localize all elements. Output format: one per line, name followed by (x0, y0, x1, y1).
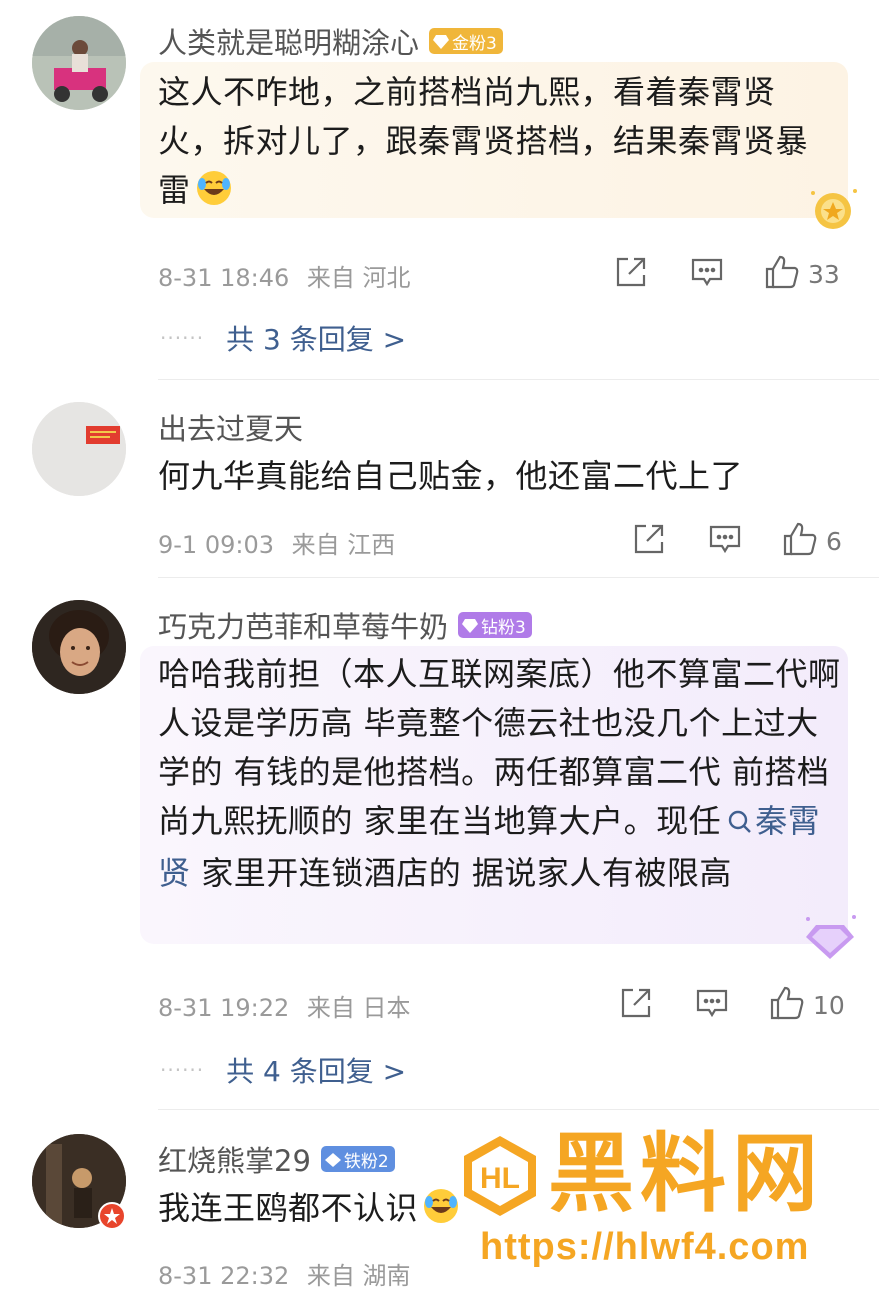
comment-actions: 6 (632, 521, 842, 561)
like-icon[interactable] (782, 521, 818, 561)
username[interactable]: 人类就是聪明糊涂心 金粉3 (158, 20, 503, 62)
dots-divider: ······ (160, 1058, 205, 1082)
comment-icon[interactable] (690, 255, 724, 293)
badge-label: 铁粉2 (343, 1151, 389, 1172)
comment-location: 来自 江西 (291, 531, 396, 559)
search-icon (727, 800, 753, 849)
comment-meta: 8-31 19:22 来自 日本 (158, 988, 411, 1023)
username[interactable]: 红烧熊掌29 铁粉2 (158, 1138, 395, 1180)
comment-time: 8-31 22:32 (158, 1262, 290, 1290)
replies-link[interactable]: ······ 共 4 条回复 > (160, 1050, 406, 1090)
username[interactable]: 出去过夏天 (158, 406, 303, 448)
comment-time: 8-31 18:46 (158, 264, 290, 292)
avatar[interactable] (32, 402, 126, 496)
comment-1: 人类就是聪明糊涂心 金粉3 这人不咋地，之前搭档尚九熙，看着秦霄贤火，拆对儿了，… (0, 0, 879, 380)
verified-badge-icon (98, 1202, 126, 1234)
comment-location: 来自 湖南 (306, 1262, 411, 1290)
username-text[interactable]: 人类就是聪明糊涂心 (158, 20, 419, 62)
comment-actions: 33 (614, 254, 840, 294)
comment-meta: 8-31 22:32 来自 湖南 (158, 1256, 411, 1291)
comment-icon[interactable] (708, 522, 742, 560)
laugh-cry-emoji-icon (422, 1187, 460, 1239)
fan-badge[interactable]: 金粉3 (429, 28, 503, 54)
comment-time: 8-31 19:22 (158, 994, 290, 1022)
dots-divider: ······ (160, 326, 205, 350)
share-icon[interactable] (619, 986, 653, 1024)
gold-gem-icon (433, 34, 450, 49)
like-count: 10 (813, 990, 845, 1020)
comment-text: 何九华真能给自己贴金，他还富二代上了 (158, 457, 744, 495)
like-icon[interactable] (764, 254, 800, 294)
username-text[interactable]: 出去过夏天 (158, 406, 303, 448)
diamond-gem-icon (462, 618, 479, 633)
comment-icon[interactable] (695, 986, 729, 1024)
comment-meta: 8-31 18:46 来自 河北 (158, 258, 411, 293)
replies-link[interactable]: ······ 共 3 条回复 > (160, 318, 406, 358)
badge-label: 金粉3 (452, 33, 497, 54)
like-icon[interactable] (769, 985, 805, 1025)
username-text[interactable]: 红烧熊掌29 (158, 1138, 311, 1180)
replies-label[interactable]: 共 4 条回复 > (226, 1050, 406, 1090)
avatar[interactable] (32, 600, 126, 694)
share-icon[interactable] (614, 255, 648, 293)
like-count: 33 (808, 259, 840, 289)
laugh-cry-emoji-icon (195, 169, 233, 221)
fan-badge[interactable]: 铁粉2 (320, 1146, 395, 1172)
badge-label: 钻粉3 (481, 617, 526, 638)
comment-2: 出去过夏天 何九华真能给自己贴金，他还富二代上了 9-1 09:03 来自 江西… (0, 380, 879, 578)
username[interactable]: 巧克力芭菲和草莓牛奶 钻粉3 (158, 604, 532, 646)
comment-actions: 10 (619, 985, 845, 1025)
comment-3: 巧克力芭菲和草莓牛奶 钻粉3 哈哈我前担（本人互联网案底）他不算富二代啊 人设是… (0, 578, 879, 1110)
share-icon[interactable] (632, 522, 666, 560)
comment-location: 来自 河北 (306, 264, 411, 292)
comment-text: 哈哈我前担（本人互联网案底）他不算富二代啊 人设是学历高 毕竟整个德云社也没几个… (158, 655, 841, 892)
gold-medal-icon (805, 185, 861, 239)
comment-location: 来自 日本 (306, 994, 411, 1022)
comment-text: 我连王鸥都不认识 (158, 1184, 848, 1239)
username-text[interactable]: 巧克力芭菲和草莓牛奶 (158, 604, 448, 646)
like-count: 6 (826, 526, 842, 556)
avatar[interactable] (32, 16, 126, 110)
replies-label[interactable]: 共 3 条回复 > (226, 318, 406, 358)
comment-4: 红烧熊掌29 铁粉2 我连王鸥都不认识 8-31 22:32 来自 湖南 (0, 1110, 879, 1290)
diamond-medal-icon (800, 913, 860, 967)
fan-badge[interactable]: 钻粉3 (458, 612, 532, 638)
iron-gem-icon (324, 1152, 341, 1167)
comment-meta: 9-1 09:03 来自 江西 (158, 525, 395, 560)
comment-time: 9-1 09:03 (158, 531, 274, 559)
comment-text: 这人不咋地，之前搭档尚九熙，看着秦霄贤火，拆对儿了，跟秦霄贤搭档，结果秦霄贤暴雷 (158, 68, 830, 221)
